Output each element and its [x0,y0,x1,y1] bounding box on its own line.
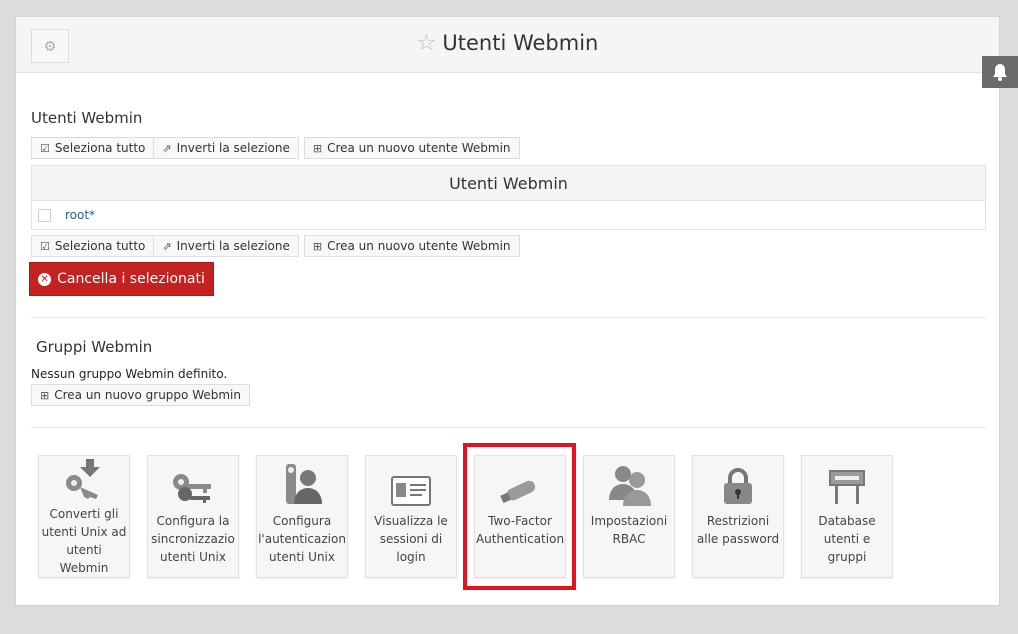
create-user-button[interactable]: ⊞ Crea un nuovo utente Webmin [303,137,520,159]
tile-unix-sync[interactable]: Configura la sincronizzazio utenti Unix [147,455,239,578]
groups-section-title: Gruppi Webmin [36,338,153,356]
id-card-icon [391,456,431,512]
create-user-button[interactable]: ⊞ Crea un nuovo utente Webmin [303,235,520,257]
auth-keys-icon [280,456,324,512]
user-link-root[interactable]: root* [65,208,95,222]
mysql-sign-icon [825,456,869,512]
invert-selection-button[interactable]: ⇗ Inverti la selezione [154,235,299,257]
users-toolbar-bottom: ☑ Seleziona tutto ⇗ Inverti la selezione ⊞… [31,235,520,257]
panel-header: ⚙ ☆ Utenti Webmin [16,17,999,73]
tile-unix-auth[interactable]: Configura l'autenticazion utenti Unix [256,455,348,578]
create-group-button[interactable]: ⊞ Crea un nuovo gruppo Webmin [31,384,250,406]
delete-selected-button[interactable]: ✕ Cancella i selezionati [29,262,214,296]
divider [31,317,986,318]
share-square-icon: ⇗ [162,141,172,155]
users-table: Utenti Webmin root* [31,165,986,230]
no-groups-note: Nessun gruppo Webmin definito. [31,367,228,381]
check-square-icon: ☑ [40,239,50,253]
times-circle-icon: ✕ [38,272,52,286]
star-icon[interactable]: ☆ [417,31,437,56]
users-section-title: Utenti Webmin [31,109,143,127]
tile-login-sessions[interactable]: Visualizza le sessioni di login [365,455,457,578]
check-square-icon: ☑ [40,141,50,155]
highlight-box [463,443,576,590]
tile-rbac[interactable]: Impostazioni RBAC [583,455,675,578]
select-all-button[interactable]: ☑ Seleziona tutto [31,235,155,257]
users-table-title: Utenti Webmin [32,166,985,201]
convert-users-icon [62,456,106,505]
row-checkbox[interactable] [38,208,51,222]
plus-square-icon: ⊞ [312,141,323,155]
bell-icon[interactable] [982,56,1018,88]
divider [31,427,986,428]
padlock-icon [721,456,755,512]
main-panel: ⚙ ☆ Utenti Webmin Utenti Webmin ☑ Selezion… [15,16,1000,606]
users-toolbar-top: ☑ Seleziona tutto ⇗ Inverti la selezione ⊞… [31,137,520,159]
users-group-icon [607,456,651,512]
table-row: root* [32,201,985,229]
tile-convert-users[interactable]: Converti gli utenti Unix ad utenti Webmi… [38,455,130,578]
page-title: ☆ Utenti Webmin [416,31,599,56]
invert-selection-button[interactable]: ⇗ Inverti la selezione [154,137,299,159]
tile-database-users[interactable]: Database utenti e gruppi [801,455,893,578]
keys-icon [171,456,215,512]
plus-square-icon: ⊞ [312,239,323,253]
share-square-icon: ⇗ [162,239,172,253]
groups-toolbar: ⊞ Crea un nuovo gruppo Webmin [31,384,250,406]
plus-square-icon: ⊞ [40,388,50,402]
select-all-button[interactable]: ☑ Seleziona tutto [31,137,155,159]
tile-password-restrictions[interactable]: Restrizioni alle password [692,455,784,578]
